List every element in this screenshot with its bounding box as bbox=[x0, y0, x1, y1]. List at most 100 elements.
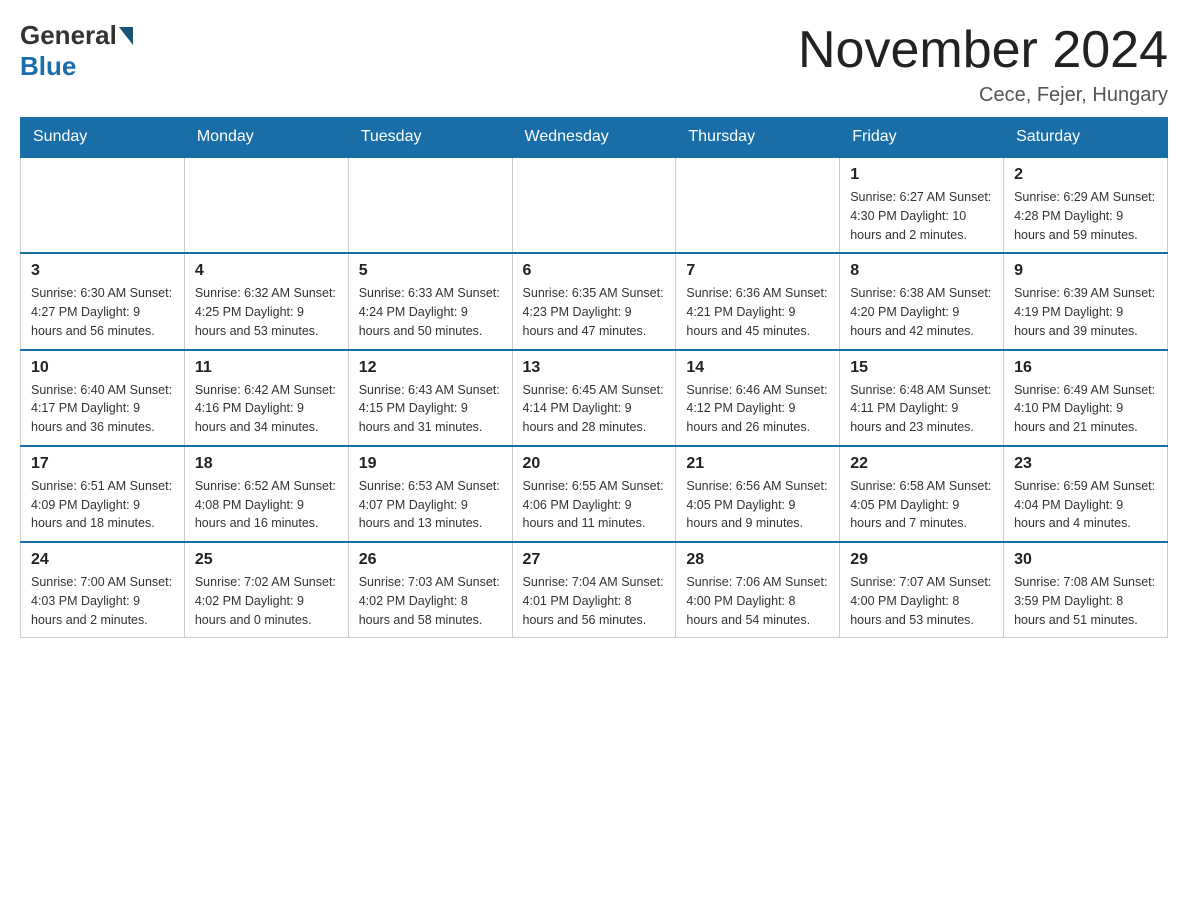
day-number: 24 bbox=[31, 551, 174, 569]
day-info: Sunrise: 6:38 AM Sunset: 4:20 PM Dayligh… bbox=[850, 284, 993, 340]
calendar-table: SundayMondayTuesdayWednesdayThursdayFrid… bbox=[20, 117, 1168, 638]
day-info: Sunrise: 6:51 AM Sunset: 4:09 PM Dayligh… bbox=[31, 477, 174, 533]
calendar-cell: 29 Sunrise: 7:07 AM Sunset: 4:00 PM Dayli… bbox=[840, 542, 1004, 638]
calendar-cell: 20 Sunrise: 6:55 AM Sunset: 4:06 PM Dayli… bbox=[512, 446, 676, 542]
day-number: 1 bbox=[850, 166, 993, 184]
calendar-cell bbox=[184, 157, 348, 253]
page-header: General Blue November 2024 Cece, Fejer, … bbox=[20, 20, 1168, 107]
calendar-cell bbox=[512, 157, 676, 253]
logo-general-text: General bbox=[20, 20, 117, 51]
calendar-cell: 7Sunrise: 6:36 AM Sunset: 4:21 PM Daylig… bbox=[676, 253, 840, 349]
day-info: Sunrise: 6:32 AM Sunset: 4:25 PM Dayligh… bbox=[195, 284, 338, 340]
calendar-header-friday: Friday bbox=[840, 118, 1004, 158]
day-info: Sunrise: 6:48 AM Sunset: 4:11 PM Dayligh… bbox=[850, 381, 993, 437]
day-number: 13 bbox=[523, 359, 666, 377]
day-info: Sunrise: 6:45 AM Sunset: 4:14 PM Dayligh… bbox=[523, 381, 666, 437]
day-info: Sunrise: 7:07 AM Sunset: 4:00 PM Dayligh… bbox=[850, 573, 993, 629]
day-info: Sunrise: 7:06 AM Sunset: 4:00 PM Dayligh… bbox=[686, 573, 829, 629]
day-number: 21 bbox=[686, 455, 829, 473]
calendar-cell: 30 Sunrise: 7:08 AM Sunset: 3:59 PM Dayli… bbox=[1004, 542, 1168, 638]
calendar-cell: 11 Sunrise: 6:42 AM Sunset: 4:16 PM Dayli… bbox=[184, 350, 348, 446]
calendar-cell: 22Sunrise: 6:58 AM Sunset: 4:05 PM Dayli… bbox=[840, 446, 1004, 542]
day-number: 26 bbox=[359, 551, 502, 569]
day-number: 17 bbox=[31, 455, 174, 473]
calendar-cell: 26 Sunrise: 7:03 AM Sunset: 4:02 PM Dayli… bbox=[348, 542, 512, 638]
day-info: Sunrise: 6:39 AM Sunset: 4:19 PM Dayligh… bbox=[1014, 284, 1157, 340]
day-number: 8 bbox=[850, 262, 993, 280]
day-info: Sunrise: 6:33 AM Sunset: 4:24 PM Dayligh… bbox=[359, 284, 502, 340]
day-number: 3 bbox=[31, 262, 174, 280]
logo-blue-text: Blue bbox=[20, 51, 76, 81]
calendar-header-monday: Monday bbox=[184, 118, 348, 158]
day-info: Sunrise: 7:03 AM Sunset: 4:02 PM Dayligh… bbox=[359, 573, 502, 629]
day-number: 18 bbox=[195, 455, 338, 473]
calendar-week-3: 10 Sunrise: 6:40 AM Sunset: 4:17 PM Dayli… bbox=[21, 350, 1168, 446]
calendar-cell: 16 Sunrise: 6:49 AM Sunset: 4:10 PM Dayli… bbox=[1004, 350, 1168, 446]
calendar-cell: 2 Sunrise: 6:29 AM Sunset: 4:28 PM Daylig… bbox=[1004, 157, 1168, 253]
day-info: Sunrise: 6:46 AM Sunset: 4:12 PM Dayligh… bbox=[686, 381, 829, 437]
day-number: 19 bbox=[359, 455, 502, 473]
month-title: November 2024 bbox=[798, 20, 1168, 80]
day-number: 22 bbox=[850, 455, 993, 473]
logo: General Blue bbox=[20, 20, 135, 82]
day-number: 20 bbox=[523, 455, 666, 473]
calendar-cell: 19 Sunrise: 6:53 AM Sunset: 4:07 PM Dayli… bbox=[348, 446, 512, 542]
day-info: Sunrise: 6:40 AM Sunset: 4:17 PM Dayligh… bbox=[31, 381, 174, 437]
calendar-cell bbox=[21, 157, 185, 253]
calendar-cell: 18 Sunrise: 6:52 AM Sunset: 4:08 PM Dayli… bbox=[184, 446, 348, 542]
calendar-week-5: 24Sunrise: 7:00 AM Sunset: 4:03 PM Dayli… bbox=[21, 542, 1168, 638]
calendar-week-2: 3 Sunrise: 6:30 AM Sunset: 4:27 PM Daylig… bbox=[21, 253, 1168, 349]
calendar-cell: 21 Sunrise: 6:56 AM Sunset: 4:05 PM Dayli… bbox=[676, 446, 840, 542]
day-info: Sunrise: 6:56 AM Sunset: 4:05 PM Dayligh… bbox=[686, 477, 829, 533]
calendar-cell: 12Sunrise: 6:43 AM Sunset: 4:15 PM Dayli… bbox=[348, 350, 512, 446]
day-number: 14 bbox=[686, 359, 829, 377]
calendar-cell bbox=[348, 157, 512, 253]
day-number: 10 bbox=[31, 359, 174, 377]
day-info: Sunrise: 6:43 AM Sunset: 4:15 PM Dayligh… bbox=[359, 381, 502, 437]
day-number: 30 bbox=[1014, 551, 1157, 569]
logo-arrow-icon bbox=[119, 27, 133, 45]
day-number: 27 bbox=[523, 551, 666, 569]
day-info: Sunrise: 6:27 AM Sunset: 4:30 PM Dayligh… bbox=[850, 188, 993, 244]
calendar-cell: 6Sunrise: 6:35 AM Sunset: 4:23 PM Daylig… bbox=[512, 253, 676, 349]
calendar-cell: 8 Sunrise: 6:38 AM Sunset: 4:20 PM Daylig… bbox=[840, 253, 1004, 349]
day-number: 16 bbox=[1014, 359, 1157, 377]
day-number: 29 bbox=[850, 551, 993, 569]
day-info: Sunrise: 6:42 AM Sunset: 4:16 PM Dayligh… bbox=[195, 381, 338, 437]
day-info: Sunrise: 6:29 AM Sunset: 4:28 PM Dayligh… bbox=[1014, 188, 1157, 244]
calendar-cell: 9 Sunrise: 6:39 AM Sunset: 4:19 PM Daylig… bbox=[1004, 253, 1168, 349]
calendar-header-thursday: Thursday bbox=[676, 118, 840, 158]
day-info: Sunrise: 7:04 AM Sunset: 4:01 PM Dayligh… bbox=[523, 573, 666, 629]
calendar-cell: 1 Sunrise: 6:27 AM Sunset: 4:30 PM Daylig… bbox=[840, 157, 1004, 253]
day-number: 28 bbox=[686, 551, 829, 569]
calendar-week-4: 17 Sunrise: 6:51 AM Sunset: 4:09 PM Dayli… bbox=[21, 446, 1168, 542]
day-info: Sunrise: 6:36 AM Sunset: 4:21 PM Dayligh… bbox=[686, 284, 829, 340]
calendar-cell bbox=[676, 157, 840, 253]
day-number: 5 bbox=[359, 262, 502, 280]
calendar-header-row: SundayMondayTuesdayWednesdayThursdayFrid… bbox=[21, 118, 1168, 158]
day-number: 23 bbox=[1014, 455, 1157, 473]
day-number: 6 bbox=[523, 262, 666, 280]
day-number: 15 bbox=[850, 359, 993, 377]
calendar-cell: 4 Sunrise: 6:32 AM Sunset: 4:25 PM Daylig… bbox=[184, 253, 348, 349]
day-info: Sunrise: 7:02 AM Sunset: 4:02 PM Dayligh… bbox=[195, 573, 338, 629]
calendar-cell: 15 Sunrise: 6:48 AM Sunset: 4:11 PM Dayli… bbox=[840, 350, 1004, 446]
day-number: 11 bbox=[195, 359, 338, 377]
calendar-header-wednesday: Wednesday bbox=[512, 118, 676, 158]
day-info: Sunrise: 6:30 AM Sunset: 4:27 PM Dayligh… bbox=[31, 284, 174, 340]
day-number: 4 bbox=[195, 262, 338, 280]
day-info: Sunrise: 7:08 AM Sunset: 3:59 PM Dayligh… bbox=[1014, 573, 1157, 629]
calendar-cell: 17 Sunrise: 6:51 AM Sunset: 4:09 PM Dayli… bbox=[21, 446, 185, 542]
calendar-cell: 25Sunrise: 7:02 AM Sunset: 4:02 PM Dayli… bbox=[184, 542, 348, 638]
calendar-cell: 5 Sunrise: 6:33 AM Sunset: 4:24 PM Daylig… bbox=[348, 253, 512, 349]
day-info: Sunrise: 6:53 AM Sunset: 4:07 PM Dayligh… bbox=[359, 477, 502, 533]
calendar-cell: 10 Sunrise: 6:40 AM Sunset: 4:17 PM Dayli… bbox=[21, 350, 185, 446]
day-number: 9 bbox=[1014, 262, 1157, 280]
calendar-cell: 14 Sunrise: 6:46 AM Sunset: 4:12 PM Dayli… bbox=[676, 350, 840, 446]
day-info: Sunrise: 6:49 AM Sunset: 4:10 PM Dayligh… bbox=[1014, 381, 1157, 437]
day-info: Sunrise: 6:55 AM Sunset: 4:06 PM Dayligh… bbox=[523, 477, 666, 533]
day-info: Sunrise: 6:59 AM Sunset: 4:04 PM Dayligh… bbox=[1014, 477, 1157, 533]
calendar-cell: 13 Sunrise: 6:45 AM Sunset: 4:14 PM Dayli… bbox=[512, 350, 676, 446]
day-number: 2 bbox=[1014, 166, 1157, 184]
day-info: Sunrise: 6:52 AM Sunset: 4:08 PM Dayligh… bbox=[195, 477, 338, 533]
